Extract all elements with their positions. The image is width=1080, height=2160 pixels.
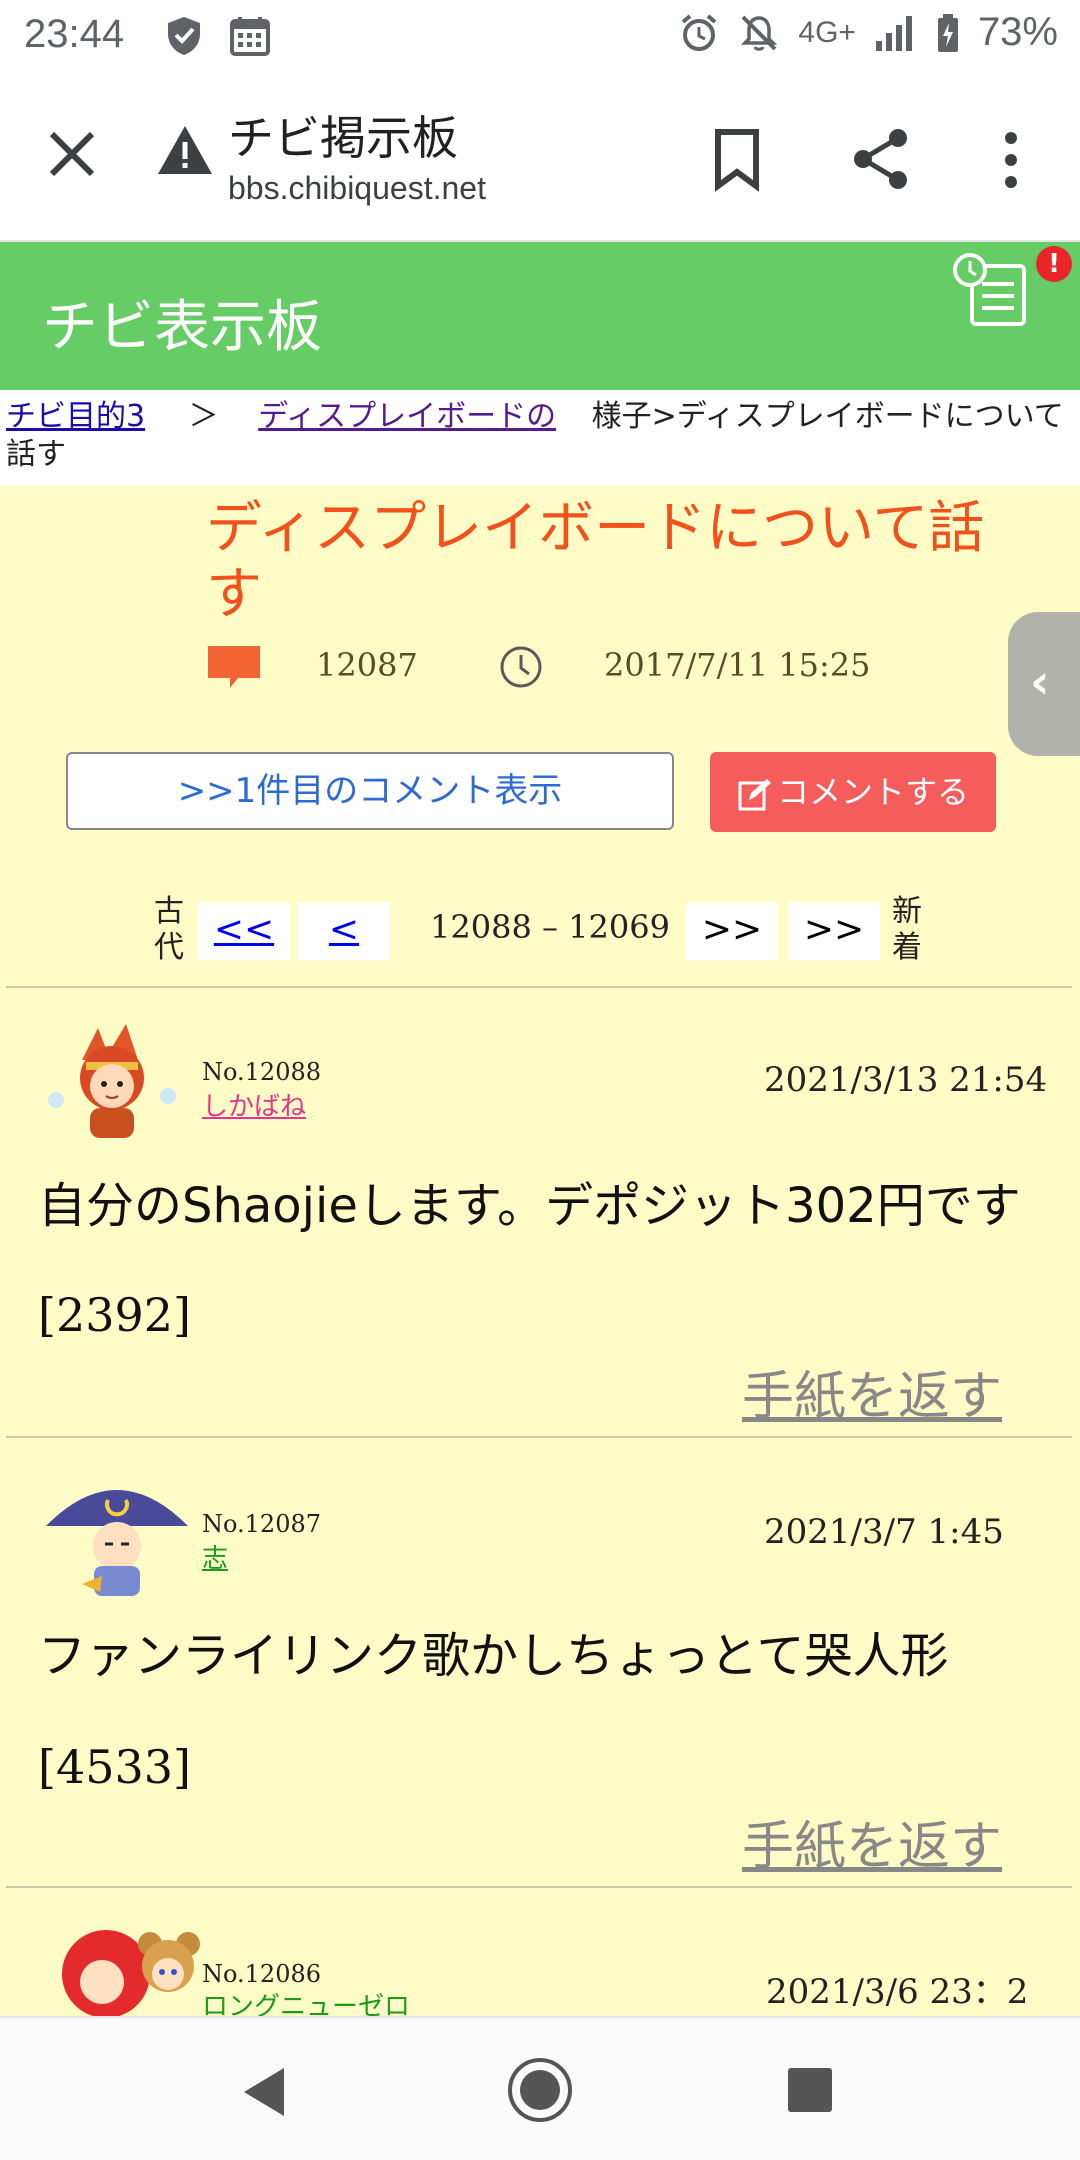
pager-last-button[interactable]: >>: [788, 902, 880, 960]
signal-icon: [875, 15, 912, 51]
reply-link[interactable]: 手紙を返す: [742, 1804, 1002, 1879]
close-icon[interactable]: [40, 122, 104, 186]
comment-count-icon: [208, 646, 260, 688]
show-first-comment-button[interactable]: >>1件目のコメント表示: [66, 752, 674, 830]
alarm-icon: [682, 13, 717, 51]
alert-badge[interactable]: !: [1036, 246, 1072, 282]
system-nav-bar: [0, 2016, 1080, 2160]
bookmark-icon[interactable]: [712, 128, 762, 192]
post-id: [4533]: [38, 1740, 191, 1794]
topic-title: ディスプレイボードについて話す: [206, 496, 985, 627]
post-id: [2392]: [38, 1288, 191, 1342]
topic-created-date: 2017/7/11 15:25: [604, 646, 871, 684]
pager-old-label: 古代: [154, 894, 184, 965]
page-url[interactable]: bbs.chibiquest.net: [228, 170, 486, 207]
avatar[interactable]: [42, 1020, 182, 1150]
calendar-icon: [230, 17, 270, 56]
status-bar: 23:44 4G+ 73%: [0, 0, 1080, 72]
post-author[interactable]: ロングニューゼロ: [202, 1986, 410, 2016]
post-number: No.12086: [202, 1960, 322, 1988]
edit-icon: [738, 779, 771, 811]
history-list-icon[interactable]: [948, 250, 1038, 330]
divider: [6, 1436, 1072, 1438]
breadcrumb-link-category[interactable]: チビ目的3: [6, 399, 145, 434]
post-number: No.12088: [202, 1058, 322, 1086]
notifications-off-icon: [741, 15, 778, 51]
avatar[interactable]: [56, 1922, 206, 2016]
comment-button[interactable]: コメントする: [710, 752, 996, 832]
post-date: 2021/3/7 1:45: [764, 1512, 1004, 1552]
site-title[interactable]: チビ表示板: [42, 282, 322, 363]
side-drawer-toggle[interactable]: ‹: [1008, 612, 1080, 756]
divider: [6, 1886, 1072, 1888]
comment-button-label: コメントする: [776, 773, 969, 811]
more-options-icon[interactable]: [996, 128, 1026, 192]
clock-icon: [500, 646, 542, 688]
home-icon[interactable]: [506, 2056, 574, 2124]
site-header: チビ表示板: [0, 242, 1080, 390]
breadcrumb-link-board[interactable]: ディスプレイボードの: [258, 399, 556, 434]
pager-new-label: 新着: [892, 894, 922, 965]
status-time: 23:44: [24, 12, 125, 56]
back-icon[interactable]: [240, 2064, 288, 2120]
network-type: 4G+: [798, 15, 856, 49]
share-icon[interactable]: [850, 126, 912, 192]
browser-toolbar: チビ掲示板 bbs.chibiquest.net: [0, 72, 1080, 242]
battery-charging-icon: [937, 13, 958, 52]
comment-count: 12087: [316, 646, 418, 684]
post-date: 2021/3/6 23：2: [766, 1972, 1029, 2012]
warning-icon[interactable]: [156, 124, 214, 176]
post-number: No.12087: [202, 1510, 322, 1538]
post-author[interactable]: しかばね: [202, 1086, 306, 1123]
battery-percent: 73%: [977, 10, 1058, 54]
post-body: 自分のShaojieします。デポジット302円です: [38, 1178, 1021, 1234]
post-date: 2021/3/13 21:54: [764, 1060, 1048, 1100]
pager-range: 12088 – 12069: [430, 908, 670, 946]
post-author[interactable]: 志: [202, 1538, 228, 1575]
pager-prev-button[interactable]: <: [298, 902, 390, 960]
page-title: チビ掲示板: [228, 111, 458, 165]
post-body: ファンライリンク歌かしちょっとて哭人形: [38, 1628, 949, 1684]
breadcrumb-separator: ＞: [188, 399, 219, 434]
breadcrumb: チビ目的3 ＞ ディスプレイボードの 様子>ディスプレイボードについて話す: [0, 390, 1080, 486]
pagination: 古代 << < 12088 – 12069 >> >> 新着: [0, 888, 1080, 988]
recent-apps-icon[interactable]: [786, 2066, 834, 2114]
pager-next-button[interactable]: >>: [686, 902, 778, 960]
chevron-left-icon: ‹: [1030, 654, 1050, 710]
shield-check-icon: [168, 17, 200, 55]
pager-first-button[interactable]: <<: [198, 902, 290, 960]
post-item: No.12086 ロングニューゼロ 2021/3/6 23：2: [0, 1916, 1080, 2016]
divider: [6, 986, 1072, 988]
avatar[interactable]: [42, 1464, 192, 1604]
reply-link[interactable]: 手紙を返す: [742, 1354, 1002, 1429]
